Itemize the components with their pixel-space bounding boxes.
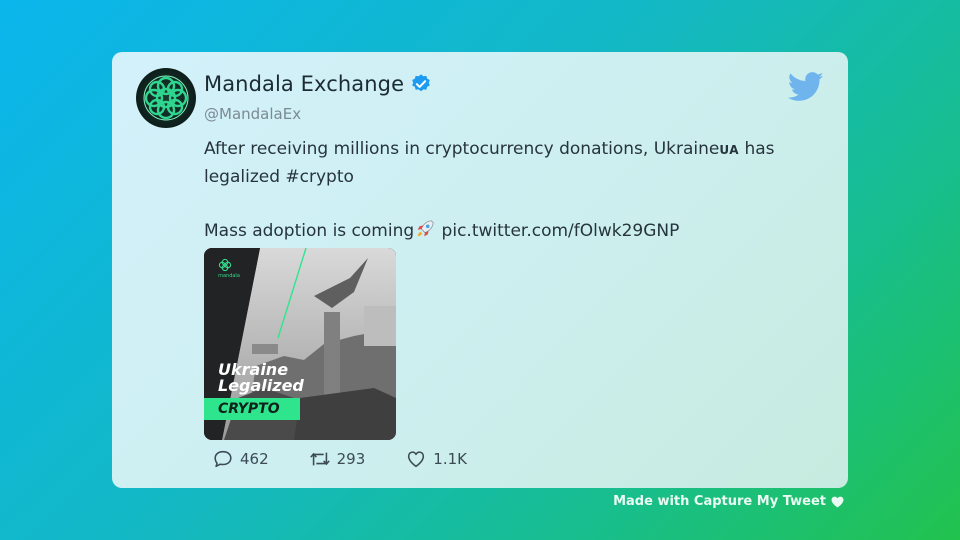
retweet-icon — [309, 452, 330, 466]
tweet-text-part: has — [739, 139, 775, 159]
mandala-logo-icon — [143, 75, 189, 121]
retweet-count: 293 — [336, 450, 366, 468]
like-count: 1.1K — [433, 450, 467, 468]
avatar[interactable] — [136, 68, 196, 128]
reply-count: 462 — [240, 450, 269, 468]
tweet-text-part: Mass adoption is coming — [204, 221, 415, 241]
mandala-logo-icon — [218, 258, 232, 272]
heart-icon — [831, 496, 844, 507]
rocket-icon — [417, 220, 434, 237]
tweet-link[interactable]: pic.twitter.com/fOlwk29GNP — [436, 221, 680, 241]
tweet-card: Mandala Exchange @MandalaEx After receiv… — [112, 52, 848, 488]
tweet-line-1: After receiving millions in cryptocurren… — [204, 136, 824, 164]
tweet-line-3: Mass adoption is coming pic.twitter.com/… — [204, 218, 824, 245]
twitter-bird-icon[interactable] — [788, 72, 824, 102]
tweet-actions: 462 293 1.1K — [212, 448, 507, 470]
media-brand-text: mandala — [218, 273, 240, 279]
name-row: Mandala Exchange — [204, 72, 432, 96]
footer-text: Made with Capture My Tweet — [613, 494, 826, 509]
media-tag: CRYPTO — [204, 398, 300, 420]
tweet-text-part: After receiving millions in cryptocurren… — [204, 139, 720, 159]
media-brand: mandala — [218, 258, 240, 279]
footer-credit[interactable]: Made with Capture My Tweet — [613, 494, 844, 509]
display-name[interactable]: Mandala Exchange — [204, 72, 404, 96]
like-icon — [408, 451, 425, 468]
ua-flag: UA — [719, 143, 740, 157]
media-title-line-2: Legalized — [218, 376, 304, 395]
user-handle[interactable]: @MandalaEx — [204, 105, 301, 123]
reply-button[interactable]: 462 — [212, 448, 269, 470]
like-button[interactable]: 1.1K — [405, 448, 467, 470]
reply-icon — [214, 450, 232, 468]
tweet-text: After receiving millions in cryptocurren… — [204, 136, 824, 245]
verified-badge-icon — [412, 74, 430, 92]
media-title: Ukraine Legalized — [218, 362, 304, 394]
retweet-button[interactable]: 293 — [309, 448, 366, 470]
tweet-image[interactable]: mandala Ukraine Legalized CRYPTO — [204, 248, 396, 440]
tweet-line-2: legalized #crypto — [204, 167, 354, 187]
